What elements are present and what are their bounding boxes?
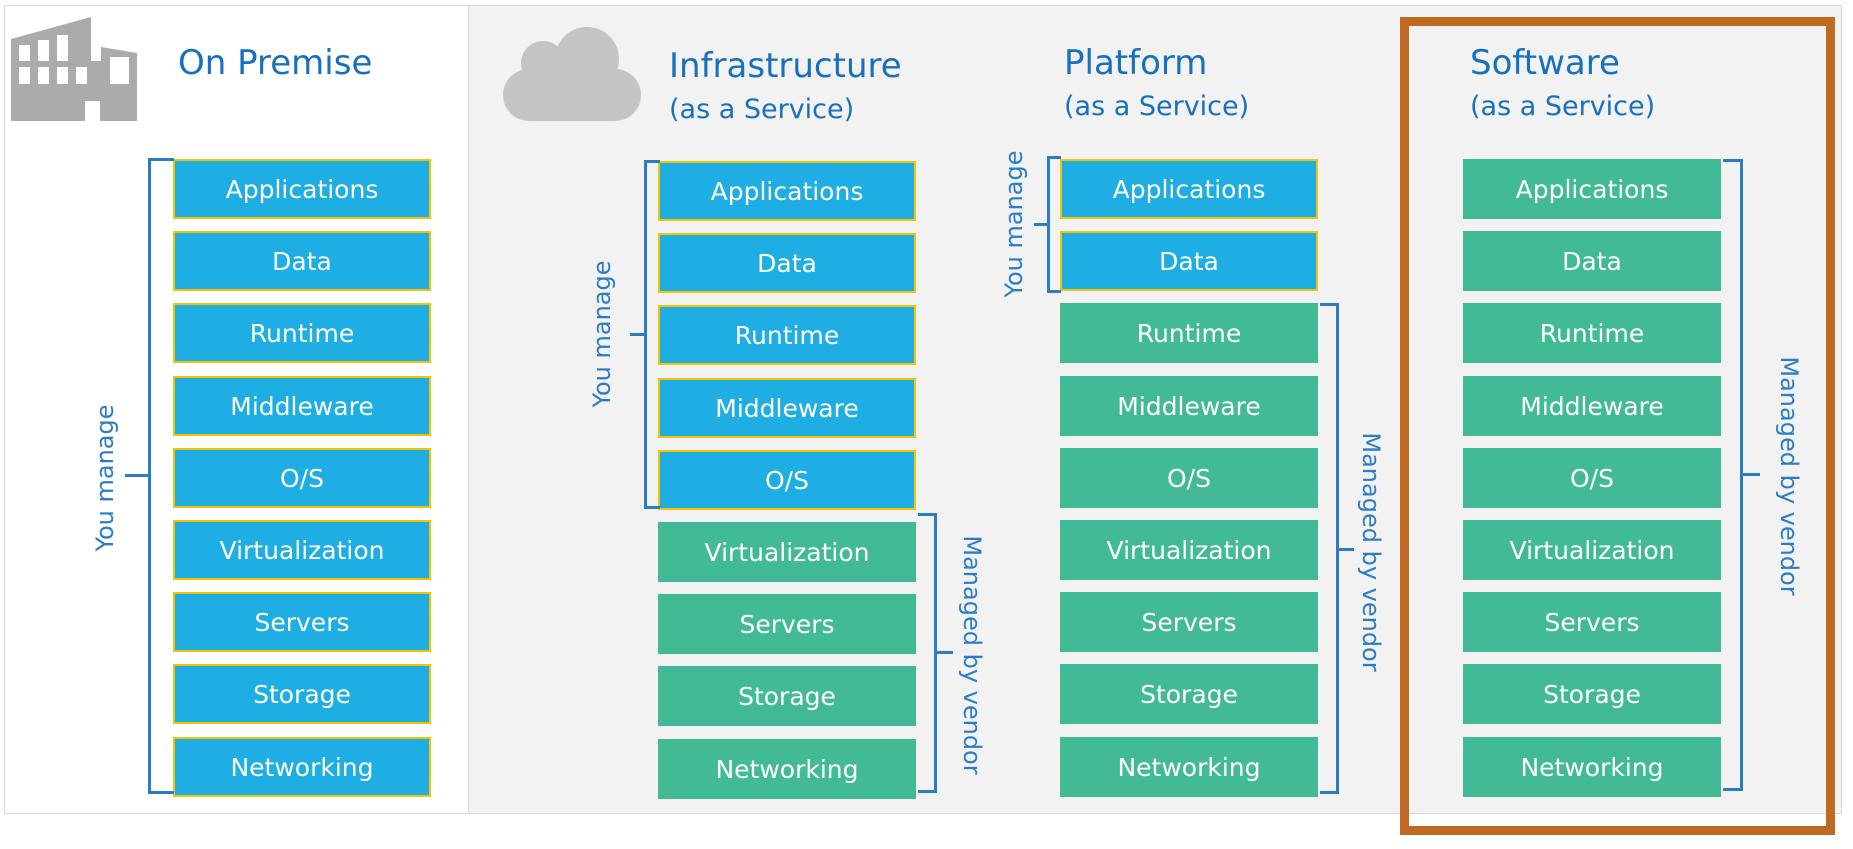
- on-premise-layer-data: Data: [173, 231, 431, 291]
- on-premise-layer-o-s: O/S: [173, 448, 431, 508]
- paas-layer-storage: Storage: [1060, 664, 1318, 724]
- on-premise-you-manage-bracket: [148, 158, 174, 794]
- paas-subtitle: (as a Service): [1064, 91, 1250, 122]
- cloud-icon: [503, 27, 641, 121]
- iaas-layer-data: Data: [658, 233, 916, 293]
- paas-you-manage-label: You manage: [1000, 150, 1028, 298]
- on-premise-layer-storage: Storage: [173, 664, 431, 724]
- iaas-vendor-label: Managed by vendor: [958, 535, 986, 775]
- iaas-you-manage-bracket: [644, 160, 660, 509]
- iaas-you-manage-label: You manage: [588, 260, 616, 408]
- on-premise-layer-servers: Servers: [173, 592, 431, 652]
- paas-layer-runtime: Runtime: [1060, 303, 1318, 363]
- on-premise-you-manage-label: You manage: [91, 404, 119, 552]
- on-premise-layer-virtualization: Virtualization: [173, 520, 431, 580]
- iaas-layer-o-s: O/S: [658, 450, 916, 510]
- iaas-layer-networking: Networking: [658, 739, 916, 799]
- paas-layer-data: Data: [1060, 231, 1318, 291]
- iaas-you-manage-tick: [630, 333, 645, 336]
- paas-layer-o-s: O/S: [1060, 448, 1318, 508]
- iaas-layer-middleware: Middleware: [658, 378, 916, 438]
- on-premise-title: On Premise: [178, 43, 373, 83]
- on-premise-layer-applications: Applications: [173, 159, 431, 219]
- iaas-layer-storage: Storage: [658, 666, 916, 726]
- building-icon: [11, 17, 137, 121]
- iaas-vendor-tick: [935, 651, 953, 654]
- paas-layer-servers: Servers: [1060, 592, 1318, 652]
- on-premise-layer-middleware: Middleware: [173, 376, 431, 436]
- iaas-subtitle: (as a Service): [669, 94, 855, 125]
- paas-you-manage-bracket: [1047, 156, 1061, 293]
- paas-vendor-label: Managed by vendor: [1357, 432, 1385, 672]
- paas-vendor-tick: [1337, 548, 1354, 551]
- iaas-layer-servers: Servers: [658, 594, 916, 654]
- iaas-layer-runtime: Runtime: [658, 305, 916, 365]
- iaas-layer-applications: Applications: [658, 161, 916, 221]
- on-premise-layer-runtime: Runtime: [173, 303, 431, 363]
- paas-layer-virtualization: Virtualization: [1060, 520, 1318, 580]
- on-premise-you-manage-tick: [125, 474, 149, 477]
- on-premise-layer-networking: Networking: [173, 737, 431, 797]
- iaas-layer-virtualization: Virtualization: [658, 522, 916, 582]
- paas-you-manage-tick: [1034, 223, 1048, 226]
- paas-layer-networking: Networking: [1060, 737, 1318, 797]
- paas-title: Platform: [1064, 43, 1208, 83]
- iaas-title: Infrastructure: [669, 46, 902, 86]
- paas-layer-applications: Applications: [1060, 159, 1318, 219]
- saas-highlight-frame: [1400, 17, 1835, 835]
- paas-layer-middleware: Middleware: [1060, 376, 1318, 436]
